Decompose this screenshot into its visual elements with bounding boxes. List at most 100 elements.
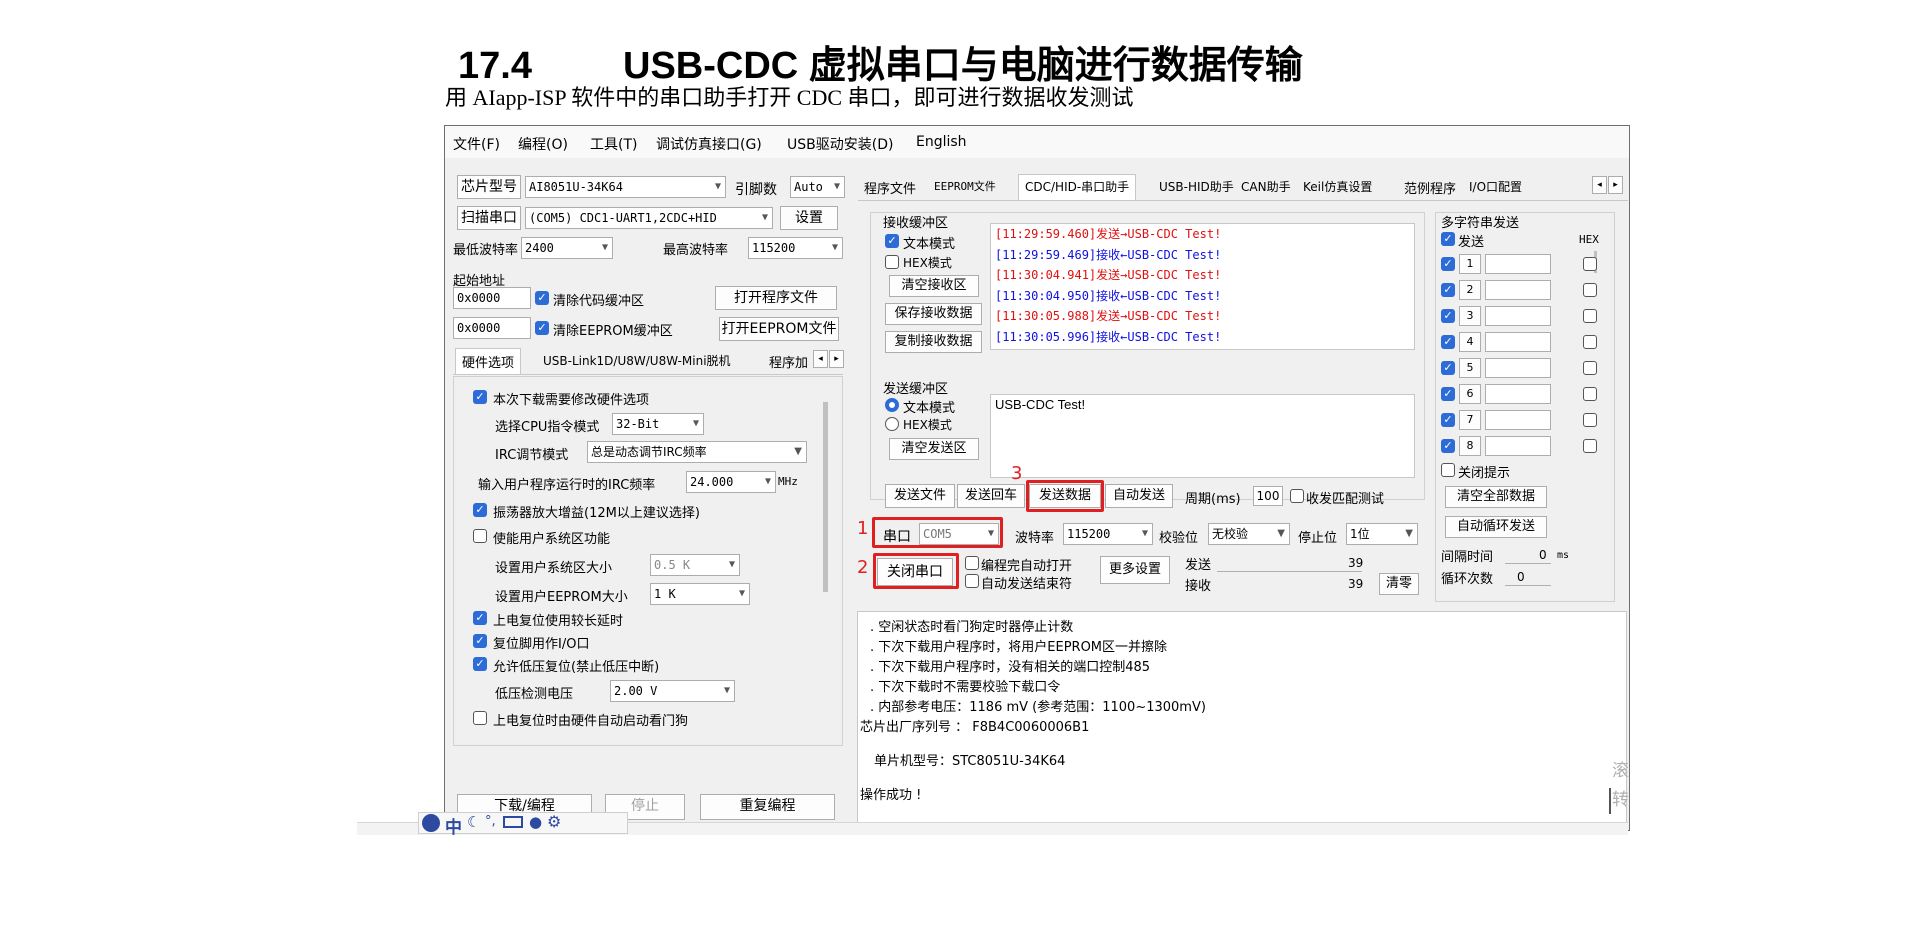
parity-select[interactable]: 无校验 ▼ xyxy=(1208,523,1290,545)
multi-row-number-button[interactable]: 3 xyxy=(1459,306,1481,326)
modify-hw-checkbox[interactable]: ✓ xyxy=(473,390,487,404)
chip-model-select[interactable]: AI8051U-34K64 ▼ xyxy=(525,176,726,198)
send-hex-mode-radio[interactable] xyxy=(885,417,899,431)
multi-row-input[interactable] xyxy=(1485,332,1551,352)
clear-count-button[interactable]: 清零 xyxy=(1379,573,1419,595)
recv-text-mode-checkbox[interactable]: ✓ xyxy=(885,234,899,248)
multi-row-number-button[interactable]: 4 xyxy=(1459,332,1481,352)
port-select[interactable]: (COM5) CDC1-UART1,2CDC+HID ▼ xyxy=(525,207,773,229)
multi-row-hex-checkbox[interactable] xyxy=(1583,387,1597,401)
menu-program[interactable]: 编程(O) xyxy=(518,134,568,154)
clear-eeprom-checkbox[interactable]: ✓ xyxy=(535,321,549,335)
tab-usb-hid[interactable]: USB-HID助手 xyxy=(1159,178,1234,195)
keyboard-icon[interactable] xyxy=(503,816,523,828)
tab-scroll-left-icon[interactable]: ◂ xyxy=(1592,176,1607,194)
options-scrollbar[interactable] xyxy=(823,402,828,592)
tab-scroll-right-icon[interactable]: ▸ xyxy=(1608,176,1623,194)
multi-row-input[interactable] xyxy=(1485,306,1551,326)
multi-row-hex-checkbox[interactable] xyxy=(1583,283,1597,297)
multi-row-hex-checkbox[interactable] xyxy=(1583,439,1597,453)
multi-row-hex-checkbox[interactable] xyxy=(1583,413,1597,427)
multi-row-input[interactable] xyxy=(1485,358,1551,378)
clear-code-checkbox[interactable]: ✓ xyxy=(535,291,549,305)
tab-usb-link[interactable]: USB-Link1D/U8W/U8W-Mini脱机 xyxy=(543,352,731,369)
close-tip-checkbox[interactable] xyxy=(1441,463,1455,477)
clear-receive-button[interactable]: 清空接收区 xyxy=(889,275,979,297)
menu-debug[interactable]: 调试仿真接口(G) xyxy=(656,134,762,154)
clear-all-button[interactable]: 清空全部数据 xyxy=(1445,486,1547,508)
multi-row-checkbox[interactable]: ✓ xyxy=(1441,283,1455,297)
chip-model-button[interactable]: 芯片型号 xyxy=(457,175,521,199)
port-settings-button[interactable]: 设置 xyxy=(780,206,838,230)
multi-row-input[interactable] xyxy=(1485,436,1551,456)
multi-row-checkbox[interactable]: ✓ xyxy=(1441,361,1455,375)
multi-send-checkbox[interactable]: ✓ xyxy=(1441,232,1455,246)
cpu-mode-select[interactable]: 32-Bit ▼ xyxy=(612,413,704,435)
auto-end-checkbox[interactable] xyxy=(965,574,979,588)
auto-open-checkbox[interactable] xyxy=(965,556,979,570)
open-eeprom-file-button[interactable]: 打开EEPROM文件 xyxy=(719,317,839,341)
multi-row-number-button[interactable]: 2 xyxy=(1459,280,1481,300)
min-baud-select[interactable]: 2400 ▼ xyxy=(521,237,613,259)
repeat-program-button[interactable]: 重复编程 xyxy=(700,794,835,820)
tab-scroll-left-icon[interactable]: ◂ xyxy=(813,350,828,368)
loop-count-value[interactable]: 0 xyxy=(1517,570,1525,584)
multi-row-hex-checkbox[interactable] xyxy=(1583,335,1597,349)
moon-icon[interactable]: ☾ xyxy=(467,813,480,831)
tab-program-encrypt[interactable]: 程序加 xyxy=(769,352,808,371)
stop-bits-select[interactable]: 1位 ▼ xyxy=(1346,523,1418,545)
hw-watchdog-checkbox[interactable] xyxy=(473,711,487,725)
multi-row-checkbox[interactable]: ✓ xyxy=(1441,309,1455,323)
multi-row-number-button[interactable]: 7 xyxy=(1459,410,1481,430)
menu-english[interactable]: English xyxy=(916,134,967,150)
menu-tools[interactable]: 工具(T) xyxy=(590,134,637,154)
open-program-file-button[interactable]: 打开程序文件 xyxy=(715,286,837,310)
tab-io-config[interactable]: I/O口配置 xyxy=(1469,178,1529,195)
interval-value[interactable]: 0 xyxy=(1539,548,1547,562)
ime-logo-icon[interactable] xyxy=(422,814,440,832)
multi-row-checkbox[interactable]: ✓ xyxy=(1441,413,1455,427)
multi-row-checkbox[interactable]: ✓ xyxy=(1441,439,1455,453)
multi-row-hex-checkbox[interactable] xyxy=(1583,257,1597,271)
send-enter-button[interactable]: 发送回车 xyxy=(957,484,1025,508)
pin-count-select[interactable]: Auto ▼ xyxy=(790,176,845,198)
save-receive-button[interactable]: 保存接收数据 xyxy=(885,303,982,325)
match-test-checkbox[interactable] xyxy=(1290,489,1304,503)
multi-row-checkbox[interactable]: ✓ xyxy=(1441,335,1455,349)
tab-keil-sim[interactable]: Keil仿真设置 xyxy=(1303,178,1372,195)
low-voltage-reset-checkbox[interactable]: ✓ xyxy=(473,657,487,671)
irc-mode-select[interactable]: 总是动态调节IRC频率 ▼ xyxy=(587,441,807,463)
multi-row-input[interactable] xyxy=(1485,280,1551,300)
lvd-voltage-select[interactable]: 2.00 V ▼ xyxy=(610,680,735,702)
tab-examples[interactable]: 范例程序 xyxy=(1404,178,1456,197)
multi-row-number-button[interactable]: 8 xyxy=(1459,436,1481,456)
tab-serial-assistant[interactable]: CDC/HID-串口助手 xyxy=(1018,174,1137,200)
multi-row-input[interactable] xyxy=(1485,254,1551,274)
tab-hardware-options[interactable]: 硬件选项 xyxy=(455,348,522,374)
punctuation-icon[interactable]: °, xyxy=(485,814,496,829)
send-file-button[interactable]: 发送文件 xyxy=(885,484,955,508)
period-input[interactable]: 100 xyxy=(1253,486,1283,506)
irc-frequency-select[interactable]: 24.000 ▼ xyxy=(686,471,776,493)
multi-row-number-button[interactable]: 1 xyxy=(1459,254,1481,274)
eeprom-start-address-input[interactable]: 0x0000 xyxy=(453,317,531,339)
multi-row-input[interactable] xyxy=(1485,410,1551,430)
baud-select[interactable]: 115200 ▼ xyxy=(1063,523,1153,545)
multi-row-number-button[interactable]: 5 xyxy=(1459,358,1481,378)
multi-row-hex-checkbox[interactable] xyxy=(1583,309,1597,323)
multi-row-input[interactable] xyxy=(1485,384,1551,404)
log-scrollbar[interactable] xyxy=(1609,788,1611,814)
send-text-mode-radio[interactable] xyxy=(885,398,899,412)
menu-usb-driver[interactable]: USB驱动安装(D) xyxy=(787,134,893,154)
osc-gain-checkbox[interactable]: ✓ xyxy=(473,503,487,517)
tab-eeprom-file[interactable]: EEPROM文件 xyxy=(934,178,996,194)
microphone-icon[interactable]: ● xyxy=(529,813,542,831)
code-start-address-input[interactable]: 0x0000 xyxy=(453,287,531,309)
more-settings-button[interactable]: 更多设置 xyxy=(1100,556,1170,584)
tab-program-file[interactable]: 程序文件 xyxy=(864,178,916,197)
multi-row-checkbox[interactable]: ✓ xyxy=(1441,387,1455,401)
gear-icon[interactable]: ⚙ xyxy=(547,812,561,831)
multi-row-checkbox[interactable]: ✓ xyxy=(1441,257,1455,271)
receive-textarea[interactable]: [11:29:59.460]发送→USB-CDC Test! [11:29:59.… xyxy=(990,223,1415,350)
scan-port-button[interactable]: 扫描串口 xyxy=(457,206,521,230)
